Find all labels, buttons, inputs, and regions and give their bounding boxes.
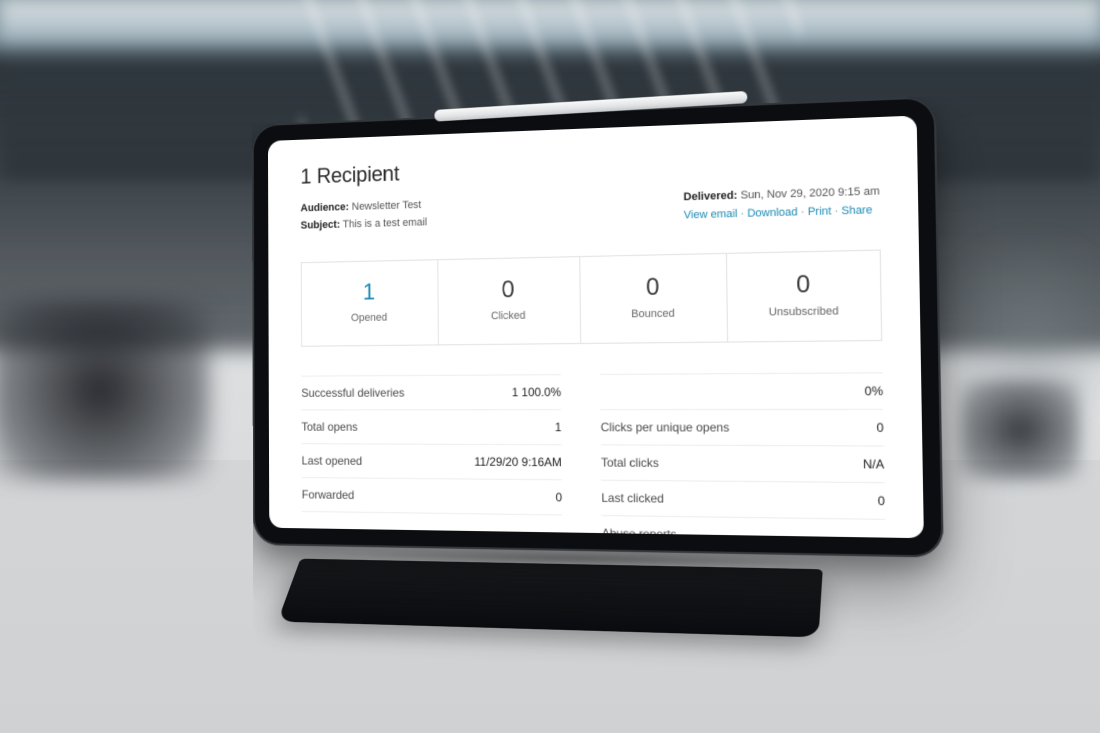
stat-value: 0 xyxy=(588,274,719,300)
stat-label: Opened xyxy=(309,311,430,324)
stat-card-bounced[interactable]: 0 Bounced xyxy=(580,254,729,343)
detail-row: Total clicks N/A xyxy=(601,445,885,483)
action-links: View email·Download·Print·Share xyxy=(684,204,880,222)
view-email-link[interactable]: View email xyxy=(684,208,738,222)
detail-row: Forwarded 0 xyxy=(302,478,563,515)
stat-value: 1 xyxy=(309,280,430,305)
details-table: Successful deliveries 1 100.0% Total ope… xyxy=(301,372,885,538)
stat-card-clicked[interactable]: 0 Clicked xyxy=(438,257,581,344)
stat-value: 0 xyxy=(736,271,872,298)
detail-row: Clicks per unique opens 0 xyxy=(600,410,883,447)
detail-row: 0% xyxy=(600,372,883,410)
detail-row: Total opens 1 xyxy=(301,410,561,445)
stat-cards: 1 Opened 0 Clicked 0 Bounced 0 Unsubscri… xyxy=(301,250,882,347)
detail-row: Successful deliveries 1 100.0% xyxy=(301,374,561,410)
download-link[interactable]: Download xyxy=(747,206,798,220)
stat-card-opened[interactable]: 1 Opened xyxy=(302,260,439,346)
tablet-device: 1 Recipient Audience: Newsletter Test Su… xyxy=(230,110,930,550)
detail-row: Last clicked 0 xyxy=(601,481,885,520)
print-link[interactable]: Print xyxy=(808,205,832,218)
stat-label: Clicked xyxy=(446,309,572,323)
page-title: 1 Recipient xyxy=(300,144,879,190)
share-link[interactable]: Share xyxy=(841,204,872,217)
stat-label: Bounced xyxy=(588,307,719,321)
stat-value: 0 xyxy=(446,277,572,303)
delivered-line: Delivered: Sun, Nov 29, 2020 9:15 am xyxy=(683,185,879,203)
detail-row: Last opened 11/29/20 9:16AM xyxy=(302,444,562,480)
subject-line: Subject: This is a test email xyxy=(301,217,427,232)
audience-line: Audience: Newsletter Test xyxy=(301,199,427,214)
